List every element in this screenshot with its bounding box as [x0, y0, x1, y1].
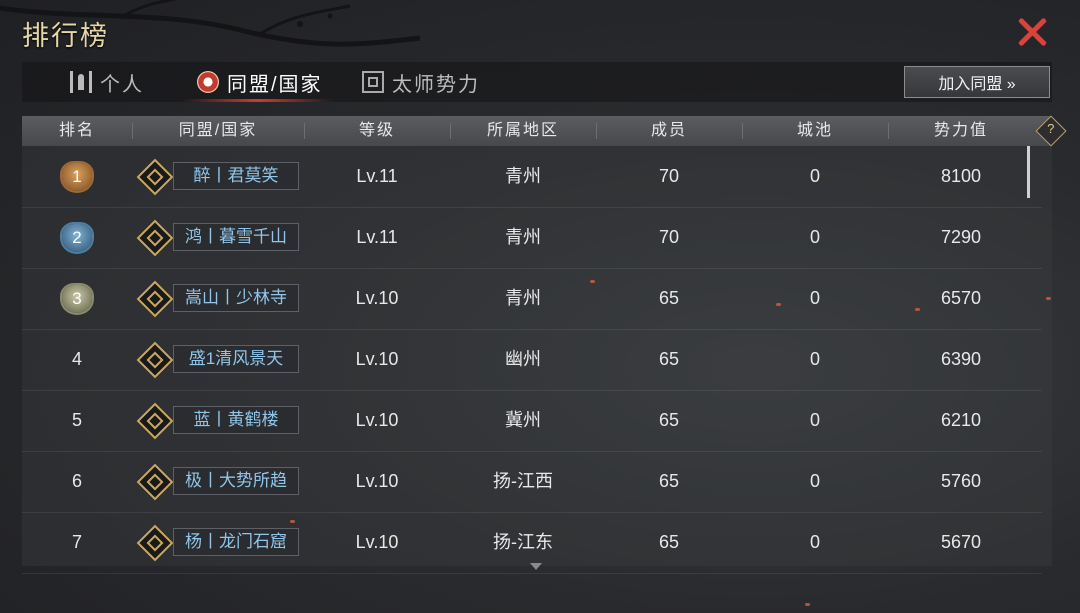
cities-cell: 0: [809, 288, 820, 308]
members-cell: 70: [658, 227, 680, 247]
help-label: ?: [1047, 120, 1057, 136]
alliance-seal-icon: [136, 158, 174, 196]
ember-decoration: [776, 303, 781, 306]
rank-cell: 5: [71, 410, 82, 430]
tab-bar: 个人 同盟/国家 太师势力: [22, 62, 1052, 102]
cities-cell: 0: [809, 349, 820, 369]
scroll-down-indicator-icon: [530, 563, 542, 570]
cities-cell: 0: [809, 227, 820, 247]
level-cell: Lv.11: [356, 227, 398, 247]
column-header-level: 等级: [358, 122, 395, 139]
alliance-seal-icon: [136, 402, 174, 440]
column-header-alliance: 同盟/国家: [178, 122, 258, 139]
ember-decoration: [805, 603, 810, 606]
rank-cell: 6: [71, 471, 82, 491]
tab-label: 个人: [100, 73, 144, 96]
power-cell: 5670: [940, 532, 982, 552]
alliance-emblem-icon: [197, 71, 219, 93]
members-cell: 65: [658, 410, 680, 430]
cities-cell: 0: [809, 410, 820, 430]
table-row[interactable]: 3 嵩山丨少林寺 Lv.10 青州 65 0 6570: [22, 268, 1042, 330]
level-cell: Lv.10: [355, 471, 399, 491]
tab-label: 同盟/国家: [227, 73, 323, 96]
alliance-name[interactable]: 鸿丨暮雪千山: [173, 223, 299, 251]
region-cell: 青州: [505, 288, 541, 308]
table-row[interactable]: 4 盛1清风景天 Lv.10 幽州 65 0 6390: [22, 329, 1042, 391]
alliance-seal-icon: [136, 219, 174, 257]
ember-decoration: [590, 280, 595, 283]
page-title: 排行榜: [22, 21, 109, 52]
table-row[interactable]: 5 蓝丨黄鹤楼 Lv.10 冀州 65 0 6210: [22, 390, 1042, 452]
ranking-table: 排名 同盟/国家 等级 所属地区 成员 城池 势力值 ? 1 醉丨君莫笑 Lv.…: [22, 115, 1067, 574]
level-cell: Lv.11: [356, 166, 398, 186]
column-header-region: 所属地区: [486, 122, 559, 139]
region-cell: 扬-江东: [493, 532, 553, 552]
region-cell: 青州: [505, 166, 541, 186]
alliance-seal-icon: [136, 341, 174, 379]
column-header-power: 势力值: [933, 122, 988, 139]
members-cell: 65: [658, 532, 680, 552]
close-icon[interactable]: [1014, 14, 1050, 50]
column-header-members: 成员: [650, 122, 687, 139]
level-cell: Lv.10: [355, 410, 399, 430]
power-cell: 5760: [940, 471, 982, 491]
power-cell: 6570: [940, 288, 982, 308]
pagoda-icon: [70, 71, 92, 93]
power-cell: 7290: [940, 227, 982, 247]
table-row[interactable]: 1 醉丨君莫笑 Lv.11 青州 70 0 8100: [22, 146, 1042, 208]
join-alliance-button[interactable]: 加入同盟 »: [904, 66, 1050, 98]
level-cell: Lv.10: [355, 349, 399, 369]
region-cell: 冀州: [505, 410, 541, 430]
power-cell: 6210: [940, 410, 982, 430]
members-cell: 65: [658, 349, 680, 369]
members-cell: 65: [658, 288, 680, 308]
table-row[interactable]: 6 极丨大势所趋 Lv.10 扬-江西 65 0 5760: [22, 451, 1042, 513]
alliance-name[interactable]: 醉丨君莫笑: [173, 162, 299, 190]
rank-badge-gold: 1: [62, 163, 92, 191]
cities-cell: 0: [809, 471, 820, 491]
cities-cell: 0: [809, 532, 820, 552]
seal-icon: [362, 71, 384, 93]
tab-alliance-nation[interactable]: 同盟/国家: [183, 62, 333, 102]
rank-cell: 4: [71, 349, 82, 369]
column-header-rank: 排名: [58, 122, 95, 139]
rank-badge-bronze: 3: [62, 285, 92, 313]
members-cell: 70: [658, 166, 680, 186]
alliance-name[interactable]: 蓝丨黄鹤楼: [173, 406, 299, 434]
column-header-cities: 城池: [796, 122, 833, 139]
ember-decoration: [290, 520, 295, 523]
ember-decoration: [1046, 297, 1051, 300]
tab-personal[interactable]: 个人: [70, 62, 144, 102]
tab-grand-tutor-faction[interactable]: 太师势力: [362, 62, 480, 102]
rank-cell: 7: [71, 532, 82, 552]
rank-badge-silver: 2: [62, 224, 92, 252]
scrollbar-thumb[interactable]: [1027, 146, 1030, 198]
level-cell: Lv.10: [355, 288, 399, 308]
alliance-name[interactable]: 嵩山丨少林寺: [173, 284, 299, 312]
help-icon[interactable]: ?: [1035, 115, 1067, 147]
level-cell: Lv.10: [355, 532, 399, 552]
region-cell: 扬-江西: [493, 471, 553, 491]
alliance-seal-icon: [136, 463, 174, 501]
table-header: 排名 同盟/国家 等级 所属地区 成员 城池 势力值 ?: [22, 115, 1067, 147]
ember-decoration: [915, 308, 920, 311]
alliance-name[interactable]: 杨丨龙门石窟: [173, 528, 299, 556]
alliance-name[interactable]: 极丨大势所趋: [173, 467, 299, 495]
tab-label: 太师势力: [392, 73, 480, 96]
members-cell: 65: [658, 471, 680, 491]
power-cell: 8100: [940, 166, 982, 186]
table-row[interactable]: 2 鸿丨暮雪千山 Lv.11 青州 70 0 7290: [22, 207, 1042, 269]
region-cell: 青州: [505, 227, 541, 247]
power-cell: 6390: [940, 349, 982, 369]
alliance-seal-icon: [136, 524, 174, 562]
alliance-seal-icon: [136, 280, 174, 318]
region-cell: 幽州: [505, 349, 541, 369]
alliance-name[interactable]: 盛1清风景天: [173, 345, 299, 373]
cities-cell: 0: [809, 166, 820, 186]
